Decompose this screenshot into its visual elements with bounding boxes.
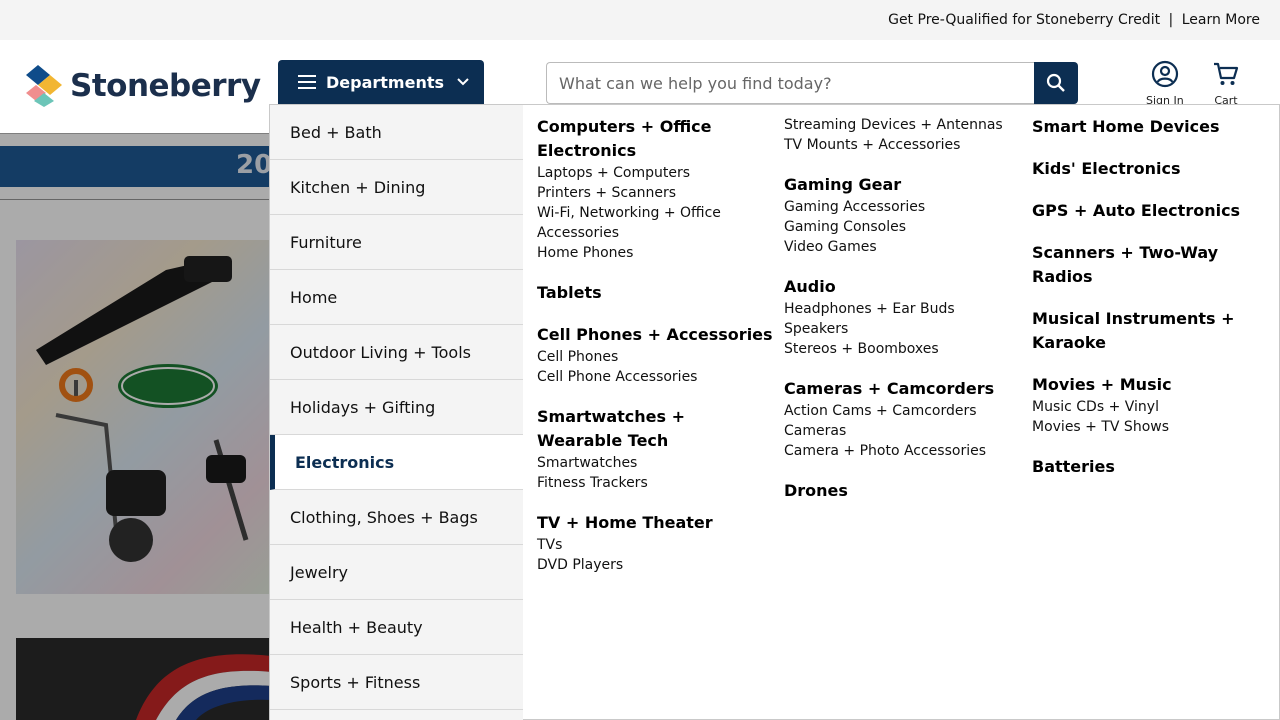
promo-separator: |: [1168, 12, 1174, 28]
subcategory-link[interactable]: Cell Phones: [537, 347, 773, 367]
stoneberry-logo[interactable]: Stoneberry: [24, 65, 261, 107]
subcategory-title[interactable]: Computers + Office Electronics: [537, 115, 773, 163]
department-item[interactable]: Outdoor Living + Tools: [270, 325, 523, 380]
subcategory-group: Movies + Music Music CDs + Vinyl Movies + …: [1032, 373, 1268, 437]
subcategory-link[interactable]: TV Mounts + Accessories: [784, 135, 1020, 155]
subcategory-link[interactable]: TVs: [537, 535, 773, 555]
subcategory-link[interactable]: Gaming Consoles: [784, 217, 1020, 237]
subcategory-title[interactable]: Movies + Music: [1032, 373, 1268, 397]
departments-label: Departments: [326, 72, 445, 92]
subcategory-link[interactable]: Home Phones: [537, 243, 773, 263]
subcategory-link[interactable]: Video Games: [784, 237, 1020, 257]
subcategory-title[interactable]: Drones: [784, 479, 1020, 503]
subcategory-link[interactable]: Action Cams + Camcorders: [784, 401, 1020, 421]
subcategory-title[interactable]: Gaming Gear: [784, 173, 1020, 197]
account-icon: [1151, 60, 1178, 88]
subcategory-group: Gaming Gear Gaming Accessories Gaming Cons…: [784, 173, 1020, 257]
prequalify-link[interactable]: Get Pre-Qualified for Stoneberry Credit: [888, 12, 1160, 28]
subcategory-link[interactable]: Cell Phone Accessories: [537, 367, 773, 387]
subcategory-link[interactable]: Camera + Photo Accessories: [784, 441, 1020, 461]
subcategory-link[interactable]: Printers + Scanners: [537, 183, 773, 203]
subcategory-title[interactable]: Cameras + Camcorders: [784, 377, 1020, 401]
department-item[interactable]: Holidays + Gifting: [270, 380, 523, 435]
subcategory-link[interactable]: Headphones + Ear Buds: [784, 299, 1020, 319]
subcategory-group: Batteries: [1032, 455, 1268, 479]
departments-mega-menu: Bed + Bath Kitchen + Dining Furniture Home O…: [269, 104, 1280, 720]
subcategory-link[interactable]: Streaming Devices + Antennas: [784, 115, 1020, 135]
subcategory-link[interactable]: Stereos + Boomboxes: [784, 339, 1020, 359]
subcategory-title[interactable]: Batteries: [1032, 455, 1268, 479]
subcategory-link[interactable]: Wi-Fi, Networking + Office Accessories: [537, 203, 773, 243]
subcategory-group: Musical Instruments + Karaoke: [1032, 307, 1268, 355]
search-bar: [546, 62, 1078, 104]
sign-in-button[interactable]: Sign In: [1146, 60, 1184, 107]
subcategory-group: Streaming Devices + Antennas TV Mounts + …: [784, 115, 1020, 155]
subcategory-title[interactable]: TV + Home Theater: [537, 511, 773, 535]
logo-mark-icon: [26, 65, 62, 107]
subcategory-link[interactable]: Smartwatches: [537, 453, 773, 473]
subcategory-title[interactable]: Smart Home Devices: [1032, 115, 1268, 139]
subcategory-link[interactable]: Laptops + Computers: [537, 163, 773, 183]
department-item[interactable]: Health + Beauty: [270, 600, 523, 655]
subcategory-group: Scanners + Two-Way Radios: [1032, 241, 1268, 289]
department-item[interactable]: Furniture: [270, 215, 523, 270]
subcategory-group: Smart Home Devices: [1032, 115, 1268, 139]
department-item[interactable]: Sports + Fitness: [270, 655, 523, 710]
subcategory-column-3: Smart Home Devices Kids' Electronics GPS +…: [1032, 115, 1268, 497]
subcategory-title[interactable]: Scanners + Two-Way Radios: [1032, 241, 1268, 289]
search-icon: [1046, 73, 1065, 92]
cart-button[interactable]: Cart: [1212, 60, 1240, 107]
subcategory-title[interactable]: Cell Phones + Accessories: [537, 323, 773, 347]
subcategory-link[interactable]: DVD Players: [537, 555, 773, 575]
subcategory-group: TV + Home Theater TVs DVD Players: [537, 511, 773, 575]
subcategory-title[interactable]: Audio: [784, 275, 1020, 299]
subcategory-link[interactable]: Gaming Accessories: [784, 197, 1020, 217]
subcategory-group: Kids' Electronics: [1032, 157, 1268, 181]
subcategory-link[interactable]: Movies + TV Shows: [1032, 417, 1268, 437]
subcategory-group: Audio Headphones + Ear Buds Speakers Stereo…: [784, 275, 1020, 359]
subcategory-group: Smartwatches + Wearable Tech Smartwatches…: [537, 405, 773, 493]
subcategory-title[interactable]: Musical Instruments + Karaoke: [1032, 307, 1268, 355]
subcategory-group: Tablets: [537, 281, 773, 305]
department-item[interactable]: Clothing, Shoes + Bags: [270, 490, 523, 545]
subcategory-title[interactable]: GPS + Auto Electronics: [1032, 199, 1268, 223]
subcategory-link[interactable]: Music CDs + Vinyl: [1032, 397, 1268, 417]
subcategory-title[interactable]: Smartwatches + Wearable Tech: [537, 405, 773, 453]
cart-icon: [1214, 62, 1239, 85]
search-input[interactable]: [546, 62, 1034, 104]
subcategory-group: GPS + Auto Electronics: [1032, 199, 1268, 223]
subcategory-group: Computers + Office Electronics Laptops + …: [537, 115, 773, 263]
subcategory-link[interactable]: Cameras: [784, 421, 1020, 441]
department-item[interactable]: Jewelry: [270, 545, 523, 600]
department-item[interactable]: Bed + Bath: [270, 105, 523, 160]
subcategory-title[interactable]: Tablets: [537, 281, 773, 305]
department-item[interactable]: Electronics: [270, 435, 523, 490]
search-button[interactable]: [1034, 62, 1078, 104]
department-list: Bed + Bath Kitchen + Dining Furniture Home O…: [270, 105, 523, 720]
subcategory-group: Cell Phones + Accessories Cell Phones Cell…: [537, 323, 773, 387]
department-item[interactable]: Kitchen + Dining: [270, 160, 523, 215]
subcategory-link[interactable]: Fitness Trackers: [537, 473, 773, 493]
department-item[interactable]: Home: [270, 270, 523, 325]
departments-button[interactable]: Departments: [278, 60, 484, 104]
chevron-down-icon: [457, 78, 469, 86]
subcategory-link[interactable]: Speakers: [784, 319, 1020, 339]
subcategory-column-1: Computers + Office Electronics Laptops + …: [537, 115, 773, 593]
subcategory-group: Drones: [784, 479, 1020, 503]
subcategory-title[interactable]: Kids' Electronics: [1032, 157, 1268, 181]
subcategory-group: Cameras + Camcorders Action Cams + Camcor…: [784, 377, 1020, 461]
learn-more-link[interactable]: Learn More: [1182, 12, 1260, 28]
subcategory-column-2: Streaming Devices + Antennas TV Mounts + …: [784, 115, 1020, 521]
credit-promo-bar: Get Pre-Qualified for Stoneberry Credit …: [0, 0, 1280, 40]
hamburger-icon: [298, 75, 316, 89]
logo-wordmark: Stoneberry: [70, 68, 261, 104]
